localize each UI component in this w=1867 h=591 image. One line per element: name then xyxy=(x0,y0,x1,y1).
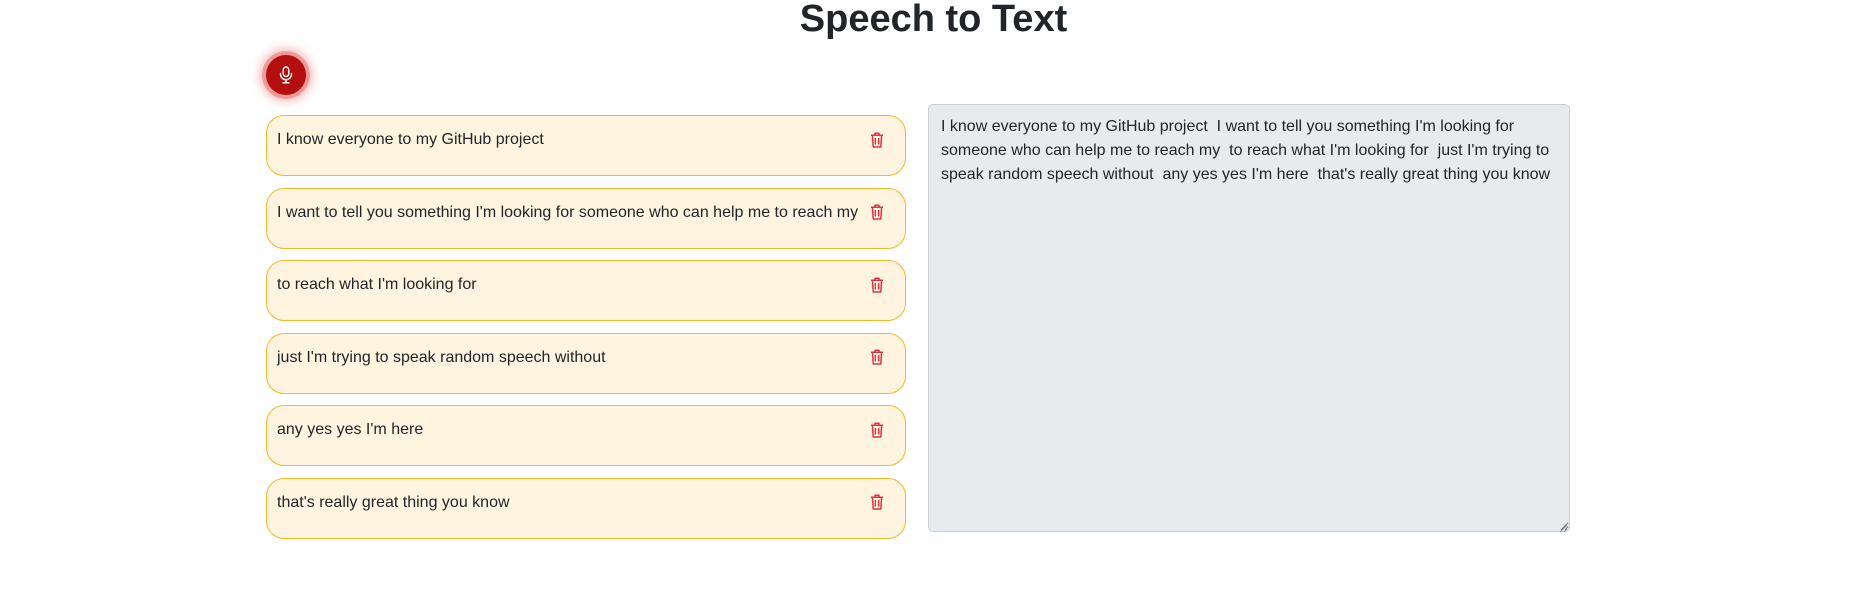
delete-button[interactable] xyxy=(867,348,887,370)
transcript-item[interactable]: I want to tell you something I'm looking… xyxy=(266,187,906,249)
trash-icon xyxy=(870,277,884,296)
transcript-item[interactable]: any yes yes I'm here xyxy=(266,405,906,467)
transcript-output-textarea[interactable]: I know everyone to my GitHub project I w… xyxy=(928,104,1570,532)
page-title: Speech to Text xyxy=(799,0,1068,40)
trash-icon xyxy=(870,422,884,441)
transcript-item[interactable]: to reach what I'm looking for xyxy=(266,260,906,322)
delete-button[interactable] xyxy=(867,275,887,297)
transcript-item[interactable]: that's really great thing you know xyxy=(266,477,906,539)
transcript-text: that's really great thing you know xyxy=(277,493,510,511)
trash-icon xyxy=(870,204,884,223)
transcript-list: I know everyone to my GitHub project I w… xyxy=(266,115,906,551)
trash-icon xyxy=(870,494,884,513)
transcript-text: just I'm trying to speak random speech w… xyxy=(277,348,606,366)
delete-button[interactable] xyxy=(867,493,887,515)
delete-button[interactable] xyxy=(867,420,887,442)
trash-icon xyxy=(870,132,884,151)
microphone-icon xyxy=(278,66,294,84)
resize-handle-icon[interactable] xyxy=(1558,520,1568,533)
trash-icon xyxy=(870,349,884,368)
transcript-text: to reach what I'm looking for xyxy=(277,276,477,294)
transcript-item[interactable]: just I'm trying to speak random speech w… xyxy=(266,332,906,394)
transcript-text: any yes yes I'm here xyxy=(277,421,424,439)
transcript-item[interactable]: I know everyone to my GitHub project xyxy=(266,115,906,176)
transcript-text: I want to tell you something I'm looking… xyxy=(277,203,859,221)
app-root: Speech to Text I know everyone to my Git… xyxy=(0,0,1867,591)
record-button[interactable] xyxy=(266,55,306,95)
delete-button[interactable] xyxy=(867,203,887,225)
transcript-text: I know everyone to my GitHub project xyxy=(277,131,544,148)
delete-button[interactable] xyxy=(867,130,887,152)
